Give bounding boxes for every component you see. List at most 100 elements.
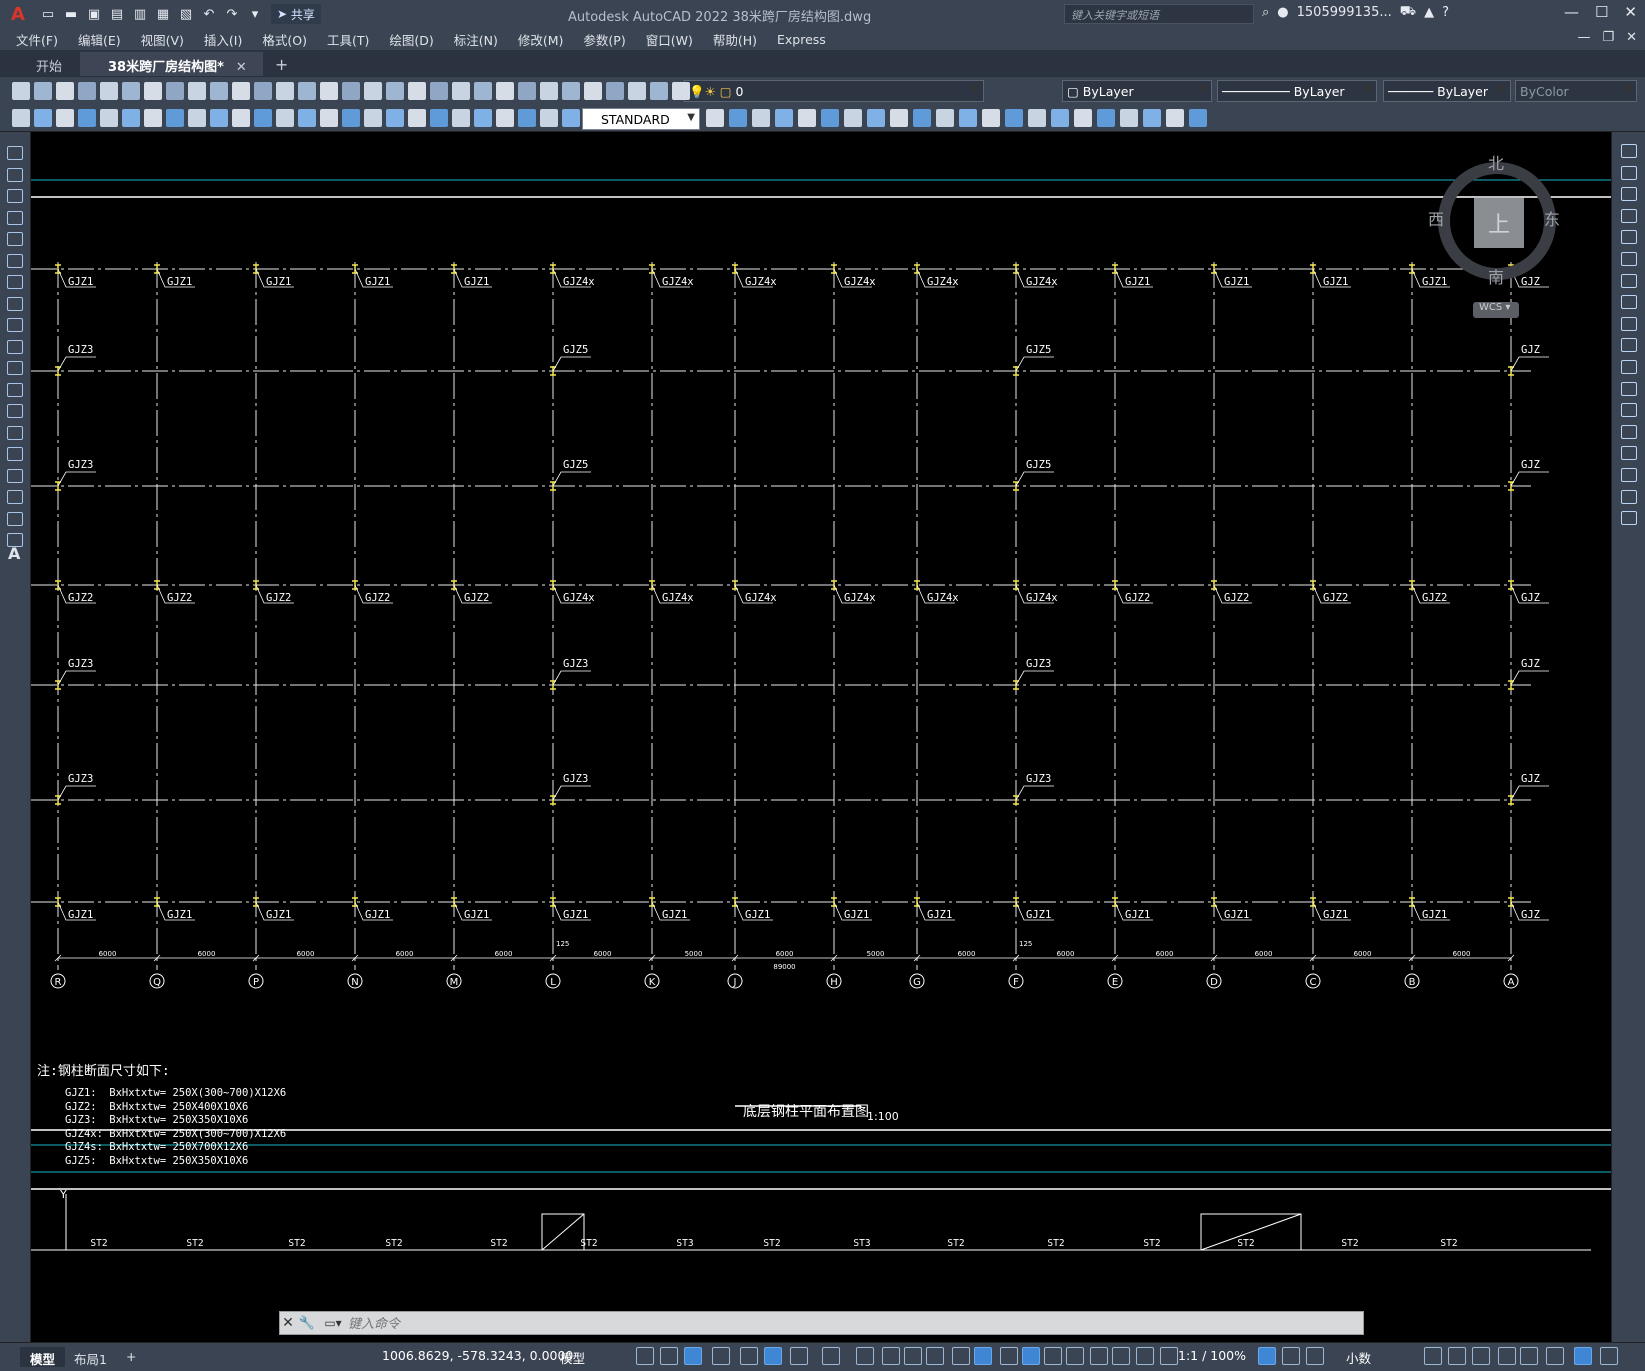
modify-tool-icon[interactable] [1621, 360, 1637, 374]
dimension-tool-icon[interactable] [100, 109, 118, 127]
status-toggle-icon[interactable] [636, 1347, 654, 1365]
status-toggle-icon[interactable] [856, 1347, 874, 1365]
draw-tool-icon[interactable] [7, 490, 23, 504]
standard-tool-icon[interactable] [584, 82, 602, 100]
compass-west[interactable]: 西 [1428, 206, 1444, 230]
dimension-tool-icon[interactable] [890, 109, 908, 127]
draw-tool-icon[interactable] [7, 167, 23, 182]
status-toggle-icon[interactable] [1160, 1347, 1178, 1365]
standard-tool-icon[interactable] [452, 82, 470, 100]
dimension-tool-icon[interactable] [1005, 109, 1023, 127]
dimension-tool-icon[interactable] [1097, 109, 1115, 127]
modify-tool-icon[interactable] [1621, 252, 1637, 266]
modify-tool-icon[interactable] [1621, 144, 1637, 158]
dimension-tool-icon[interactable] [540, 109, 558, 127]
add-layout-button[interactable]: + [116, 1347, 146, 1367]
dimension-tool-icon[interactable] [913, 109, 931, 127]
draw-tool-icon[interactable] [7, 275, 23, 289]
save-icon[interactable]: ▣ [84, 4, 104, 24]
menu-modify[interactable]: 修改(M) [518, 30, 578, 49]
standard-tool-icon[interactable] [12, 82, 30, 100]
dimension-tool-icon[interactable] [122, 109, 140, 127]
tab-drawing[interactable]: 38米跨厂房结构图* ✕ [80, 52, 263, 76]
close-tab-icon[interactable]: ✕ [236, 60, 247, 75]
textstyle-dropdown[interactable]: STANDARD ▼ [582, 108, 700, 130]
standard-tool-icon[interactable] [166, 82, 184, 100]
share-button[interactable]: ➤ 共享 [271, 4, 321, 24]
dimension-tool-icon[interactable] [166, 109, 184, 127]
draw-tool-icon[interactable] [7, 253, 23, 268]
dimension-tool-icon[interactable] [232, 109, 250, 127]
standard-tool-icon[interactable] [34, 82, 52, 100]
standard-tool-icon[interactable] [122, 82, 140, 100]
dimension-tool-icon[interactable] [936, 109, 954, 127]
draw-tool-icon[interactable] [7, 232, 23, 246]
status-toggle-icon[interactable] [926, 1347, 944, 1365]
dimension-tool-icon[interactable] [364, 109, 382, 127]
close-icon[interactable]: ✕ [1624, 3, 1637, 21]
standard-tool-icon[interactable] [298, 82, 316, 100]
tab-model[interactable]: 模型 [20, 1347, 66, 1367]
modify-tool-icon[interactable] [1621, 316, 1637, 331]
draw-tool-icon[interactable] [7, 533, 23, 547]
dimension-tool-icon[interactable] [408, 109, 426, 127]
dimension-tool-icon[interactable] [844, 109, 862, 127]
dimension-tool-icon[interactable] [78, 109, 96, 127]
redo-icon[interactable]: ↷ [222, 4, 242, 24]
doc-restore-icon[interactable]: ❐ [1602, 30, 1614, 45]
status-toggle-icon[interactable] [660, 1347, 678, 1365]
linetype-dropdown[interactable]: ───────── ByLayer ▼ [1217, 80, 1377, 102]
doc-minimize-icon[interactable]: — [1577, 30, 1590, 45]
draw-tool-icon[interactable] [7, 189, 23, 203]
dimension-tool-icon[interactable] [188, 109, 206, 127]
draw-tool-icon[interactable] [7, 511, 23, 526]
status-toggle-icon[interactable] [1520, 1347, 1538, 1365]
command-input[interactable] [348, 1315, 1363, 1331]
color-dropdown[interactable]: ▢ ByLayer ▼ [1062, 80, 1212, 102]
standard-tool-icon[interactable] [342, 82, 360, 100]
menu-parametric[interactable]: 参数(P) [583, 30, 639, 49]
dimension-tool-icon[interactable] [798, 109, 816, 127]
user-account[interactable]: 1505999135... [1297, 5, 1392, 20]
autodesk-app-icon[interactable]: ▲ [1424, 5, 1434, 20]
modify-tool-icon[interactable] [1621, 446, 1637, 461]
draw-tool-icon[interactable] [7, 382, 23, 397]
dimension-tool-icon[interactable] [386, 109, 404, 127]
menu-tools[interactable]: 工具(T) [327, 30, 383, 49]
modify-tool-icon[interactable] [1621, 273, 1637, 288]
standard-tool-icon[interactable] [320, 82, 338, 100]
status-toggle-icon[interactable] [1258, 1347, 1276, 1365]
status-toggle-icon[interactable] [1424, 1347, 1442, 1365]
status-toggle-icon[interactable] [974, 1347, 992, 1365]
standard-tool-icon[interactable] [210, 82, 228, 100]
dimension-tool-icon[interactable] [982, 109, 1000, 127]
dimension-tool-icon[interactable] [1166, 109, 1184, 127]
draw-tool-icon[interactable] [7, 425, 23, 440]
modify-tool-icon[interactable] [1621, 295, 1637, 310]
new-tab-button[interactable]: + [265, 53, 298, 76]
standard-tool-icon[interactable] [254, 82, 272, 100]
standard-tool-icon[interactable] [100, 82, 118, 100]
menu-insert[interactable]: 插入(I) [204, 30, 256, 49]
dimension-tool-icon[interactable] [34, 109, 52, 127]
modify-tool-icon[interactable] [1621, 208, 1637, 223]
annotation-scale[interactable]: 1:1 / 100% [1178, 1348, 1246, 1363]
status-toggle-icon[interactable] [684, 1347, 702, 1365]
standard-tool-icon[interactable] [606, 82, 624, 100]
status-toggle-icon[interactable] [1498, 1347, 1516, 1365]
status-toggle-icon[interactable] [790, 1347, 808, 1365]
standard-tool-icon[interactable] [474, 82, 492, 100]
standard-tool-icon[interactable] [386, 82, 404, 100]
status-toggle-icon[interactable] [1090, 1347, 1108, 1365]
compass-south[interactable]: 南 [1488, 264, 1504, 288]
modify-tool-icon[interactable] [1621, 230, 1637, 245]
standard-tool-icon[interactable] [78, 82, 96, 100]
dimension-tool-icon[interactable] [562, 109, 580, 127]
drawing-canvas[interactable]: GJZ1 GJZ1 GJZ1 GJZ1 GJZ1 GJZ4x GJZ4x GJZ4x GJZ4x… [31, 132, 1611, 1342]
compass-north[interactable]: 北 [1488, 150, 1504, 174]
status-toggle-icon[interactable] [740, 1347, 758, 1365]
status-toggle-icon[interactable] [1112, 1347, 1130, 1365]
help-icon[interactable]: ? [1442, 5, 1449, 20]
standard-tool-icon[interactable] [430, 82, 448, 100]
menu-express[interactable]: Express [777, 32, 840, 47]
